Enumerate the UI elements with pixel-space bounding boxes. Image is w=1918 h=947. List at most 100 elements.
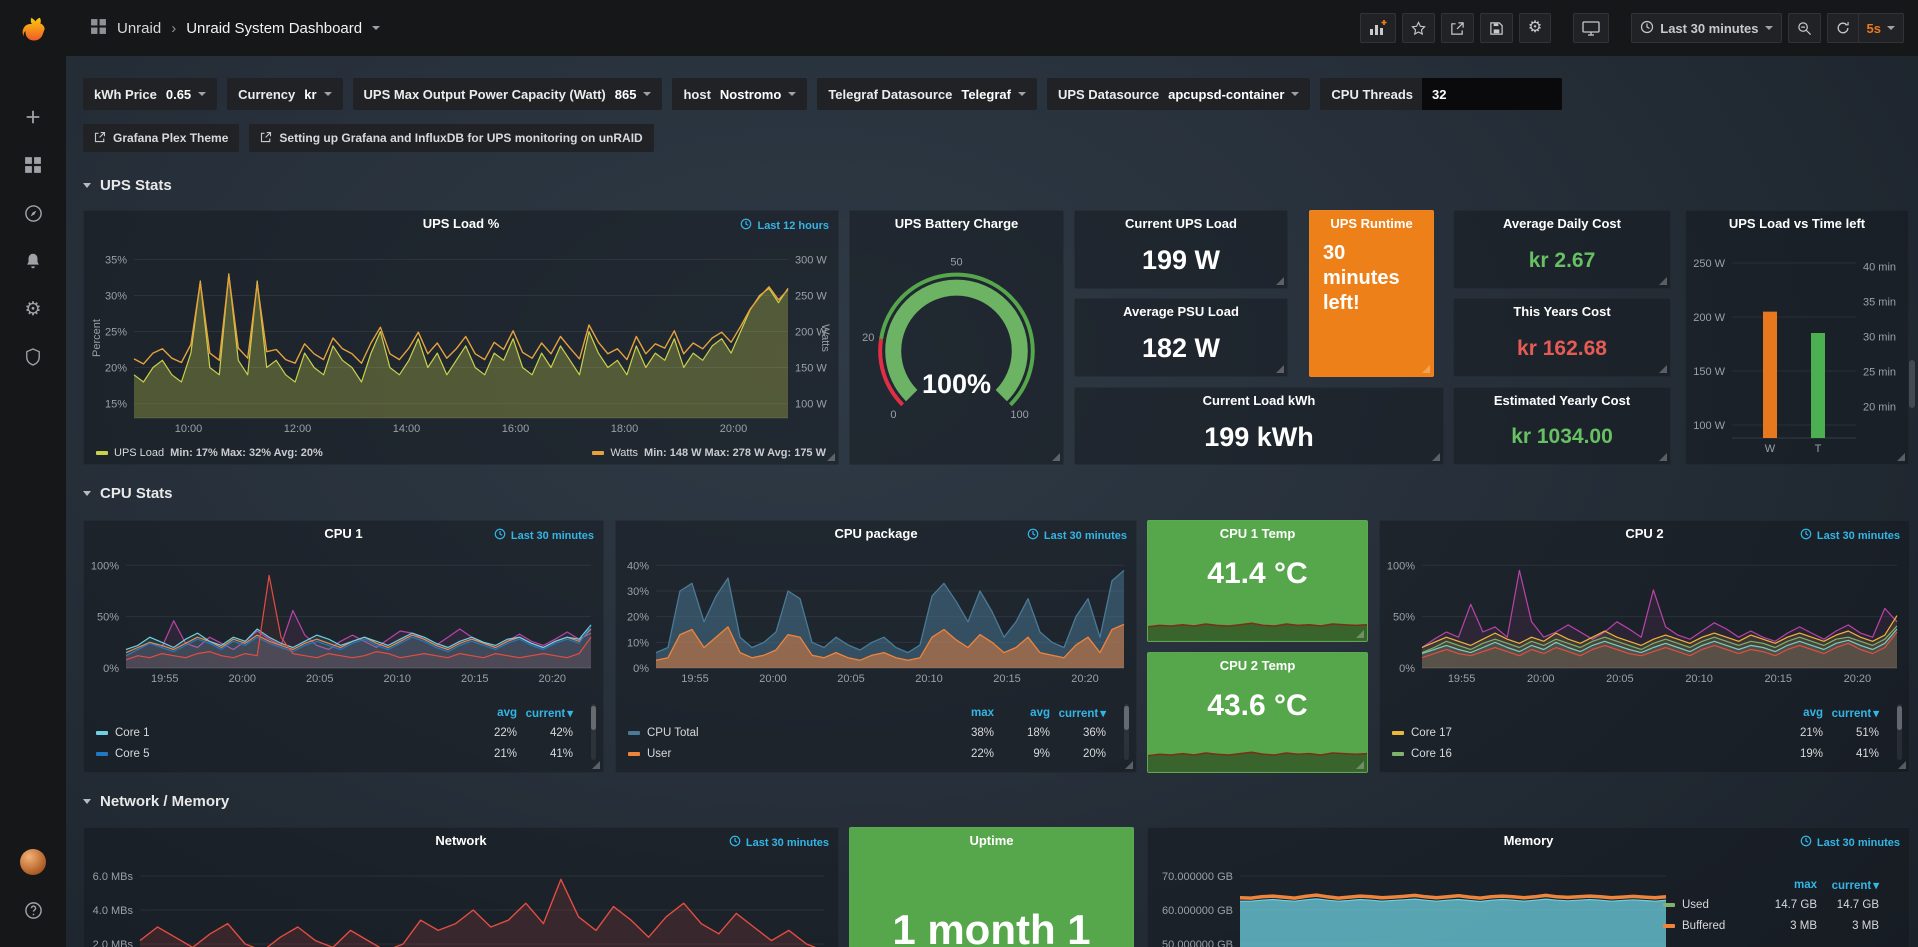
server-admin-shield-icon[interactable]	[9, 340, 57, 374]
legend-col-current[interactable]: current	[1050, 706, 1106, 720]
panel-title[interactable]: This Years Cost	[1454, 299, 1670, 325]
panel-title[interactable]: UPS Runtime	[1310, 211, 1433, 237]
panel-title[interactable]: Memory	[1148, 828, 1909, 854]
legend-row[interactable]: Used 14.7 GB 14.7 GB	[1663, 894, 1879, 915]
variable-ups-datasource[interactable]: UPS Datasource apcupsd-container	[1047, 78, 1310, 110]
legend-scrollbar[interactable]	[1897, 704, 1902, 760]
avatar[interactable]	[20, 849, 46, 875]
panel-title[interactable]: Current UPS Load	[1075, 211, 1287, 237]
link-ups-monitoring-guide[interactable]: Setting up Grafana and InfluxDB for UPS …	[249, 124, 653, 152]
variable-kwh-price[interactable]: kWh Price 0.65	[83, 78, 217, 110]
legend-row[interactable]: User 22% 9% 20%	[628, 743, 1106, 764]
cpu1-chart[interactable]: 100%50%0%19:5520:0020:0520:1020:1520:20	[84, 549, 603, 684]
legend-row[interactable]: Core 5 21% 41%	[96, 743, 573, 764]
section-cpu-stats[interactable]: CPU Stats	[83, 478, 173, 508]
panel-title[interactable]: Network	[84, 828, 838, 854]
configuration-gear-icon[interactable]: ⚙	[9, 292, 57, 326]
dashboard-settings-button[interactable]: ⚙	[1519, 13, 1551, 43]
section-ups-stats[interactable]: UPS Stats	[83, 170, 172, 200]
cpu2-chart[interactable]: 100%50%0%19:5520:0020:0520:1020:1520:20	[1380, 549, 1909, 684]
help-icon[interactable]	[9, 893, 57, 927]
battery-charge-gauge[interactable]: 02050100	[850, 237, 1063, 456]
star-button[interactable]	[1402, 13, 1435, 43]
legend-row[interactable]: Core 1 22% 42%	[96, 722, 573, 743]
panel-time-range-link[interactable]: Last 30 minutes	[1800, 835, 1900, 850]
legend-col-current[interactable]: current	[1823, 706, 1879, 720]
series-name[interactable]: Core 1	[115, 727, 461, 739]
memory-chart[interactable]: 70.000000 GB60.000000 GB50.000000 GB	[1148, 858, 1678, 947]
series-name[interactable]: Core 5	[115, 748, 461, 760]
panel-title[interactable]: Current Load kWh	[1075, 388, 1443, 414]
legend-row[interactable]: Core 16 19% 41%	[1392, 743, 1879, 764]
legend-col-avg[interactable]: avg	[1767, 707, 1823, 719]
panel-title[interactable]: Average PSU Load	[1075, 299, 1287, 325]
series-name[interactable]: Core 16	[1411, 748, 1767, 760]
panel-time-range-link[interactable]: Last 30 minutes	[729, 835, 829, 850]
panel-title[interactable]: Estimated Yearly Cost	[1454, 388, 1670, 414]
panel-time-range-link[interactable]: Last 30 minutes	[1027, 528, 1127, 543]
breadcrumb[interactable]: Unraid › Unraid System Dashboard	[90, 18, 380, 39]
legend-row[interactable]: Buffered 3 MB 3 MB	[1663, 915, 1879, 936]
series-name[interactable]: Buffered	[1682, 920, 1755, 932]
add-panel-button[interactable]	[1360, 13, 1396, 43]
variable-value[interactable]: kr	[304, 87, 331, 102]
panel-title[interactable]: Uptime	[850, 828, 1133, 854]
series-name[interactable]: Core 17	[1411, 727, 1767, 739]
explore-icon[interactable]	[9, 196, 57, 230]
alerting-bell-icon[interactable]	[9, 244, 57, 278]
panel-title[interactable]: Average Daily Cost	[1454, 211, 1670, 237]
variable-value[interactable]: Nostromo	[720, 87, 796, 102]
variable-value[interactable]: Telegraf	[961, 87, 1026, 102]
breadcrumb-dashboard-title[interactable]: Unraid System Dashboard	[186, 20, 362, 37]
panel-title[interactable]: CPU 2 Temp	[1148, 653, 1367, 679]
variable-value[interactable]: apcupsd-container	[1168, 87, 1299, 102]
legend-col-current[interactable]: current	[517, 706, 573, 720]
cpu-threads-input[interactable]	[1422, 78, 1562, 110]
create-icon[interactable]	[9, 100, 57, 134]
ups-load-vs-time-bars[interactable]: 250 W200 W150 W100 W40 min35 min30 min25…	[1686, 237, 1908, 456]
chevron-down-icon[interactable]	[372, 26, 380, 30]
cpu-package-chart[interactable]: 40%30%20%10%0%19:5520:0020:0520:1020:152…	[616, 549, 1136, 684]
series-name[interactable]: User	[647, 748, 938, 760]
legend-col-avg[interactable]: avg	[461, 707, 517, 719]
legend-col-max[interactable]: max	[938, 707, 994, 719]
legend-item-watts[interactable]: WattsMin: 148 W Max: 278 W Avg: 175 W	[592, 447, 826, 459]
legend-col-current[interactable]: current	[1817, 878, 1879, 892]
time-range-picker[interactable]: Last 30 minutes	[1631, 13, 1781, 43]
grafana-logo-icon[interactable]	[0, 0, 66, 60]
panel-time-range-link[interactable]: Last 30 minutes	[1800, 528, 1900, 543]
refresh-button[interactable]	[1827, 13, 1859, 43]
save-button[interactable]	[1480, 13, 1513, 43]
panel-title[interactable]: UPS Load vs Time left	[1686, 211, 1908, 237]
legend-item-ups-load[interactable]: UPS LoadMin: 17% Max: 32% Avg: 20%	[96, 447, 323, 459]
breadcrumb-folder[interactable]: Unraid	[117, 20, 161, 37]
legend-row[interactable]: Core 17 21% 51%	[1392, 722, 1879, 743]
variable-value[interactable]: 865	[615, 87, 652, 102]
page-scrollbar[interactable]	[1909, 360, 1915, 408]
panel-time-range-link[interactable]: Last 12 hours	[740, 218, 829, 233]
legend-row[interactable]: CPU Total 38% 18% 36%	[628, 722, 1106, 743]
panel-title[interactable]: UPS Load %	[84, 211, 838, 237]
variable-telegraf-datasource[interactable]: Telegraf Datasource Telegraf	[817, 78, 1037, 110]
section-network-memory[interactable]: Network / Memory	[83, 786, 229, 816]
legend-scrollbar[interactable]	[591, 704, 596, 760]
legend-col-avg[interactable]: avg	[994, 707, 1050, 719]
link-grafana-plex-theme[interactable]: Grafana Plex Theme	[83, 124, 239, 152]
series-name[interactable]: CPU Total	[647, 727, 938, 739]
share-button[interactable]	[1441, 13, 1474, 43]
variable-value[interactable]: 0.65	[166, 87, 206, 102]
panel-title[interactable]: CPU 1 Temp	[1148, 521, 1367, 547]
zoom-out-button[interactable]	[1788, 13, 1821, 43]
legend-scrollbar[interactable]	[1124, 704, 1129, 760]
series-name[interactable]: Used	[1682, 899, 1755, 911]
variable-host[interactable]: host Nostromo	[672, 78, 807, 110]
tv-mode-button[interactable]	[1573, 13, 1609, 43]
panel-time-range-link[interactable]: Last 30 minutes	[494, 528, 594, 543]
variable-currency[interactable]: Currency kr	[227, 78, 342, 110]
network-chart[interactable]: 6.0 MBs4.0 MBs2.0 MBs	[84, 858, 838, 947]
variable-ups-max-output[interactable]: UPS Max Output Power Capacity (Watt) 865	[353, 78, 663, 110]
panel-title[interactable]: UPS Battery Charge	[850, 211, 1063, 237]
ups-load-chart[interactable]: 35%30%25%20%15%300 W250 W200 W150 W100 W…	[84, 239, 838, 438]
dashboards-icon[interactable]	[9, 148, 57, 182]
legend-col-max[interactable]: max	[1755, 879, 1817, 891]
